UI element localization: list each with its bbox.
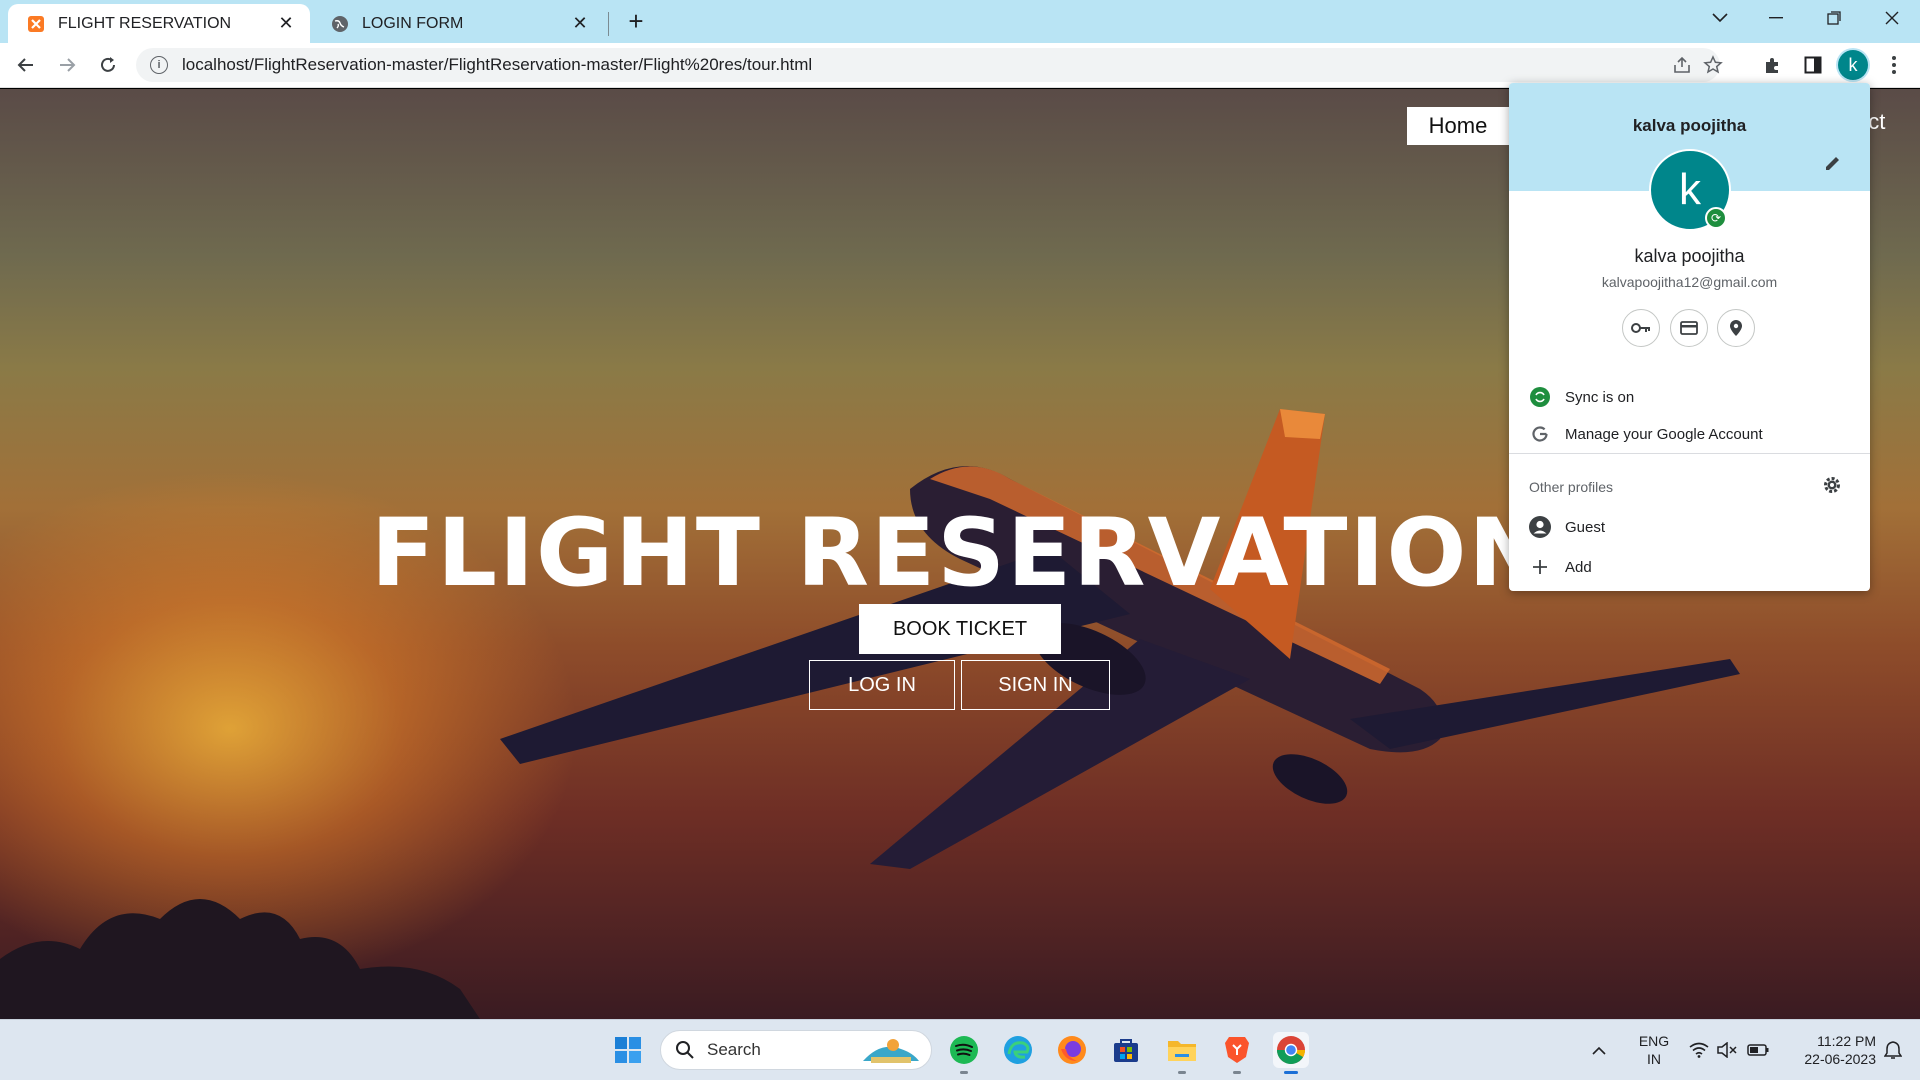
log-in-button[interactable]: LOG IN: [809, 660, 955, 710]
add-plus-icon: [1529, 556, 1551, 578]
guest-person-icon: [1529, 516, 1551, 538]
address-bar[interactable]: i localhost/FlightReservation-master/Fli…: [136, 48, 1723, 82]
profile-email: kalvapoojitha12@gmail.com: [1601, 274, 1778, 290]
nav-home-link[interactable]: Home: [1407, 107, 1509, 145]
windows-taskbar: Search ENG IN 11:22 PM 22-06-2023: [0, 1019, 1920, 1080]
reload-button[interactable]: [92, 49, 124, 81]
firefox-icon[interactable]: [1054, 1032, 1090, 1068]
minimize-button[interactable]: [1752, 0, 1800, 36]
sync-row[interactable]: Sync is on: [1529, 385, 1634, 409]
search-placeholder: Search: [707, 1040, 761, 1059]
back-button[interactable]: [10, 49, 42, 81]
close-tab-icon[interactable]: ✕: [570, 13, 590, 34]
side-panel-icon[interactable]: [1797, 49, 1829, 81]
taskbar-search-box[interactable]: Search: [660, 1030, 932, 1070]
tab-title: FLIGHT RESERVATION: [58, 14, 232, 32]
tab-search-icon[interactable]: [1696, 0, 1744, 36]
other-profiles-label: Other profiles: [1529, 479, 1614, 495]
google-g-icon: [1529, 423, 1551, 445]
profile-name: kalva poojitha: [1634, 246, 1745, 266]
clock-time: 11:22 PM: [1817, 1033, 1876, 1049]
manage-account-row[interactable]: Manage your Google Account: [1529, 422, 1763, 446]
tab-title: LOGIN FORM: [362, 14, 464, 32]
search-highlight-icon: [861, 1035, 921, 1072]
profile-menu-popup: kalva poojitha k ⟳ kalva poojitha kalvap…: [1509, 83, 1870, 591]
language-code: ENG: [1638, 1033, 1670, 1049]
edge-icon[interactable]: [1000, 1032, 1036, 1068]
volume-muted-icon[interactable]: [1714, 1032, 1740, 1068]
forward-button[interactable]: [51, 49, 83, 81]
chrome-menu-icon[interactable]: [1878, 49, 1910, 81]
manage-account-label: Manage your Google Account: [1565, 425, 1763, 443]
share-icon[interactable]: [1672, 55, 1692, 75]
profile-avatar-button[interactable]: k: [1838, 50, 1868, 80]
file-explorer-icon[interactable]: [1164, 1032, 1200, 1074]
active-indicator: [1284, 1071, 1298, 1074]
running-indicator: [1233, 1071, 1241, 1074]
chrome-icon[interactable]: [1273, 1032, 1309, 1074]
add-profile-label: Add: [1565, 558, 1592, 576]
browser-toolbar: i localhost/FlightReservation-master/Fli…: [0, 43, 1920, 88]
profile-header-name: kalva poojitha: [1632, 116, 1747, 135]
show-hidden-icons-chevron[interactable]: [1584, 1032, 1614, 1068]
restore-button[interactable]: [1810, 0, 1858, 36]
payment-card-icon[interactable]: [1670, 309, 1708, 347]
brave-icon[interactable]: [1219, 1032, 1255, 1074]
wifi-icon[interactable]: [1686, 1032, 1712, 1068]
sync-label: Sync is on: [1565, 388, 1635, 406]
tab-strip: FLIGHT RESERVATION ✕ LOGIN FORM ✕ +: [0, 0, 1920, 43]
store-icon[interactable]: [1108, 1032, 1144, 1068]
guest-profile-row[interactable]: Guest: [1529, 515, 1605, 539]
edit-pencil-icon[interactable]: [1823, 153, 1845, 175]
location-pin-icon[interactable]: [1717, 309, 1755, 347]
clock-date: 22-06-2023: [1804, 1051, 1876, 1067]
xampp-icon: [26, 14, 46, 34]
url-text: localhost/FlightReservation-master/Fligh…: [182, 55, 813, 74]
tab-separator: [608, 12, 609, 36]
sign-in-button[interactable]: SIGN IN: [961, 660, 1110, 710]
menu-divider: [1509, 453, 1870, 454]
spotify-icon[interactable]: [946, 1032, 982, 1074]
input-language[interactable]: ENG IN: [1634, 1032, 1674, 1068]
clock[interactable]: 11:22 PM 22-06-2023: [1780, 1032, 1876, 1068]
battery-icon[interactable]: [1744, 1032, 1772, 1068]
extensions-puzzle-icon[interactable]: [1757, 49, 1789, 81]
sync-on-icon: [1529, 386, 1551, 408]
bookmark-star-icon[interactable]: [1703, 55, 1723, 75]
windows-start-icon[interactable]: [610, 1032, 646, 1068]
search-icon: [676, 1041, 694, 1059]
tab-flight-reservation[interactable]: FLIGHT RESERVATION ✕: [8, 4, 310, 43]
site-info-icon[interactable]: i: [150, 56, 168, 74]
globe-icon: [330, 14, 350, 34]
running-indicator: [960, 1071, 968, 1074]
guest-label: Guest: [1565, 518, 1606, 536]
book-ticket-button[interactable]: BOOK TICKET: [859, 604, 1061, 654]
running-indicator: [1178, 1071, 1186, 1074]
notification-bell-icon[interactable]: [1878, 1032, 1908, 1068]
tab-login-form[interactable]: LOGIN FORM ✕: [312, 4, 604, 43]
close-window-button[interactable]: [1868, 0, 1916, 36]
passwords-key-icon[interactable]: [1622, 309, 1660, 347]
sync-badge-icon: ⟳: [1705, 207, 1727, 229]
language-region: IN: [1647, 1051, 1661, 1067]
add-profile-row[interactable]: Add: [1529, 555, 1592, 579]
manage-profiles-gear-icon[interactable]: [1822, 475, 1844, 497]
new-tab-button[interactable]: +: [622, 8, 650, 36]
close-tab-icon[interactable]: ✕: [276, 13, 296, 34]
clouds-silhouette: [0, 899, 480, 1019]
